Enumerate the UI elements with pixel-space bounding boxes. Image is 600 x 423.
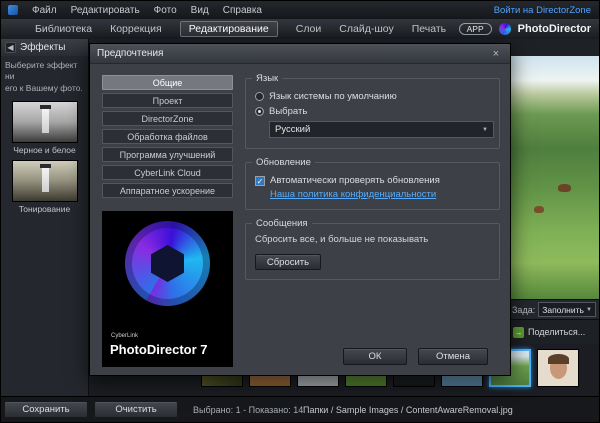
module-tabbar: Библиотека Коррекция Редактирование Слои… <box>1 19 599 39</box>
zoom-dropdown[interactable]: Заполнить ▼ <box>538 302 596 317</box>
chevron-down-icon: ▼ <box>482 127 488 133</box>
radio-icon <box>255 92 264 101</box>
update-group-title: Обновление <box>252 157 315 168</box>
clear-button[interactable]: Очистить <box>94 401 178 418</box>
effects-description: Выберите эффект ни его к Вашему фото. <box>1 56 88 96</box>
messages-group-title: Сообщения <box>252 218 312 229</box>
menubar: Файл Редактировать Фото Вид Справка Войт… <box>1 1 599 19</box>
effects-title: Эффекты <box>20 42 65 53</box>
sidebar-item-improvement[interactable]: Программа улучшений <box>102 147 233 162</box>
dialog-title: Предпочтения <box>97 48 163 59</box>
photodirector-logo-icon <box>125 221 210 306</box>
update-group: Обновление ✓ Автоматически проверять обн… <box>245 162 500 210</box>
tab-edit[interactable]: Редактирование <box>180 21 278 37</box>
sidebar-item-general[interactable]: Общие <box>102 75 233 90</box>
sidebar-item-hardware[interactable]: Аппаратное ускорение <box>102 183 233 198</box>
cyberlink-label: CyberLink <box>111 333 138 339</box>
language-value: Русский <box>275 124 310 135</box>
radio-icon-selected <box>255 107 264 116</box>
dialog-body: Общие Проект DirectorZone Обработка файл… <box>90 64 510 377</box>
logo-hexagon <box>151 245 184 282</box>
zoom-row: Зада: Заполнить ▼ <box>509 299 599 319</box>
dialog-titlebar[interactable]: Предпочтения × <box>90 44 510 64</box>
chevron-down-icon: ▼ <box>586 307 592 313</box>
messages-text: Сбросить все, и больше не показывать <box>255 234 490 245</box>
language-dropdown[interactable]: Русский ▼ <box>269 121 494 138</box>
dialog-buttons: ОК Отмена <box>343 348 488 365</box>
menu-edit[interactable]: Редактировать <box>71 5 140 16</box>
dialog-sidebar: Общие Проект DirectorZone Обработка файл… <box>102 75 233 201</box>
share-icon: → <box>513 327 524 338</box>
sidebar-item-cloud[interactable]: CyberLink Cloud <box>102 165 233 180</box>
sidebar-item-file-handling[interactable]: Обработка файлов <box>102 129 233 144</box>
tabbar-right: APP PhotoDirector <box>459 23 591 35</box>
reset-button[interactable]: Сбросить <box>255 254 321 270</box>
selection-count: Выбрано: 1 - Показано: 14 <box>193 405 303 415</box>
menu-view[interactable]: Вид <box>191 5 209 16</box>
save-button[interactable]: Сохранить <box>4 401 88 418</box>
checkbox-checked-icon[interactable]: ✓ <box>255 176 265 186</box>
checkbox-label: Автоматически проверять обновления <box>270 175 440 186</box>
app-icon <box>8 5 18 15</box>
preferences-dialog: Предпочтения × Общие Проект DirectorZone… <box>89 43 511 376</box>
sidebar-item-project[interactable]: Проект <box>102 93 233 108</box>
effect-thumbnail-bw <box>12 101 78 143</box>
filmstrip-thumb-portrait[interactable] <box>537 349 579 387</box>
tab-layers[interactable]: Слои <box>296 21 322 37</box>
radio-choose-language[interactable]: Выбрать <box>255 106 490 117</box>
sidebar-item-directorzone[interactable]: DirectorZone <box>102 111 233 126</box>
privacy-policy-link[interactable]: Наша политика конфиденциальности <box>270 189 490 200</box>
close-icon[interactable]: × <box>489 48 503 60</box>
share-button[interactable]: Поделиться... <box>528 327 585 337</box>
effects-header: ◀ Эффекты <box>1 39 88 56</box>
share-row: → Поделиться... <box>509 319 599 344</box>
brand-logo: PhotoDirector <box>518 23 591 35</box>
radio-label: Язык системы по умолчанию <box>269 91 397 102</box>
back-icon[interactable]: ◀ <box>5 42 16 53</box>
radio-system-language[interactable]: Язык системы по умолчанию <box>255 91 490 102</box>
aperture-icon <box>499 23 511 35</box>
app-badge[interactable]: APP <box>459 23 492 35</box>
horse-shape <box>534 206 544 213</box>
language-group: Язык Язык системы по умолчанию Выбрать Р… <box>245 78 500 149</box>
effect-label: Черное и белое <box>10 145 80 155</box>
tab-slideshow[interactable]: Слайд-шоу <box>339 21 393 37</box>
tab-print[interactable]: Печать <box>412 21 446 37</box>
effect-label: Тонирование <box>10 204 80 214</box>
language-group-title: Язык <box>252 73 282 84</box>
lighthouse-silhouette <box>42 168 49 192</box>
dialog-content: Язык Язык системы по умолчанию Выбрать Р… <box>245 78 500 293</box>
zoom-label: Зада: <box>512 305 535 315</box>
menu-photo[interactable]: Фото <box>154 5 177 16</box>
radio-label: Выбрать <box>269 106 307 117</box>
portrait-face <box>550 357 567 379</box>
auto-update-checkbox-row[interactable]: ✓ Автоматически проверять обновления <box>255 175 490 186</box>
file-path: Папки / Sample Images / ContentAwareRemo… <box>303 405 513 415</box>
product-name: PhotoDirector 7 <box>110 342 208 357</box>
product-logo-box: CyberLink PhotoDirector 7 <box>102 211 233 367</box>
cancel-button[interactable]: Отмена <box>418 348 488 365</box>
messages-group: Сообщения Сбросить все, и больше не пока… <box>245 223 500 280</box>
effects-panel: ◀ Эффекты Выберите эффект ни его к Вашем… <box>1 39 89 396</box>
tab-library[interactable]: Библиотека <box>35 21 92 37</box>
ok-button[interactable]: ОК <box>343 348 407 365</box>
photodirector-window: Файл Редактировать Фото Вид Справка Войт… <box>0 0 600 423</box>
signin-link[interactable]: Войти на DirectorZone <box>494 5 591 16</box>
tab-adjustment[interactable]: Коррекция <box>110 21 162 37</box>
status-bar: Сохранить Очистить Выбрано: 1 - Показано… <box>1 396 599 422</box>
menu-file[interactable]: Файл <box>32 5 57 16</box>
effect-item-tone[interactable]: Тонирование <box>10 160 80 214</box>
zoom-value: Заполнить <box>542 305 584 315</box>
effect-item-bw[interactable]: Черное и белое <box>10 101 80 155</box>
lighthouse-silhouette <box>42 109 49 133</box>
menu-help[interactable]: Справка <box>223 5 262 16</box>
horse-shape <box>558 184 571 192</box>
effect-thumbnail-tone <box>12 160 78 202</box>
